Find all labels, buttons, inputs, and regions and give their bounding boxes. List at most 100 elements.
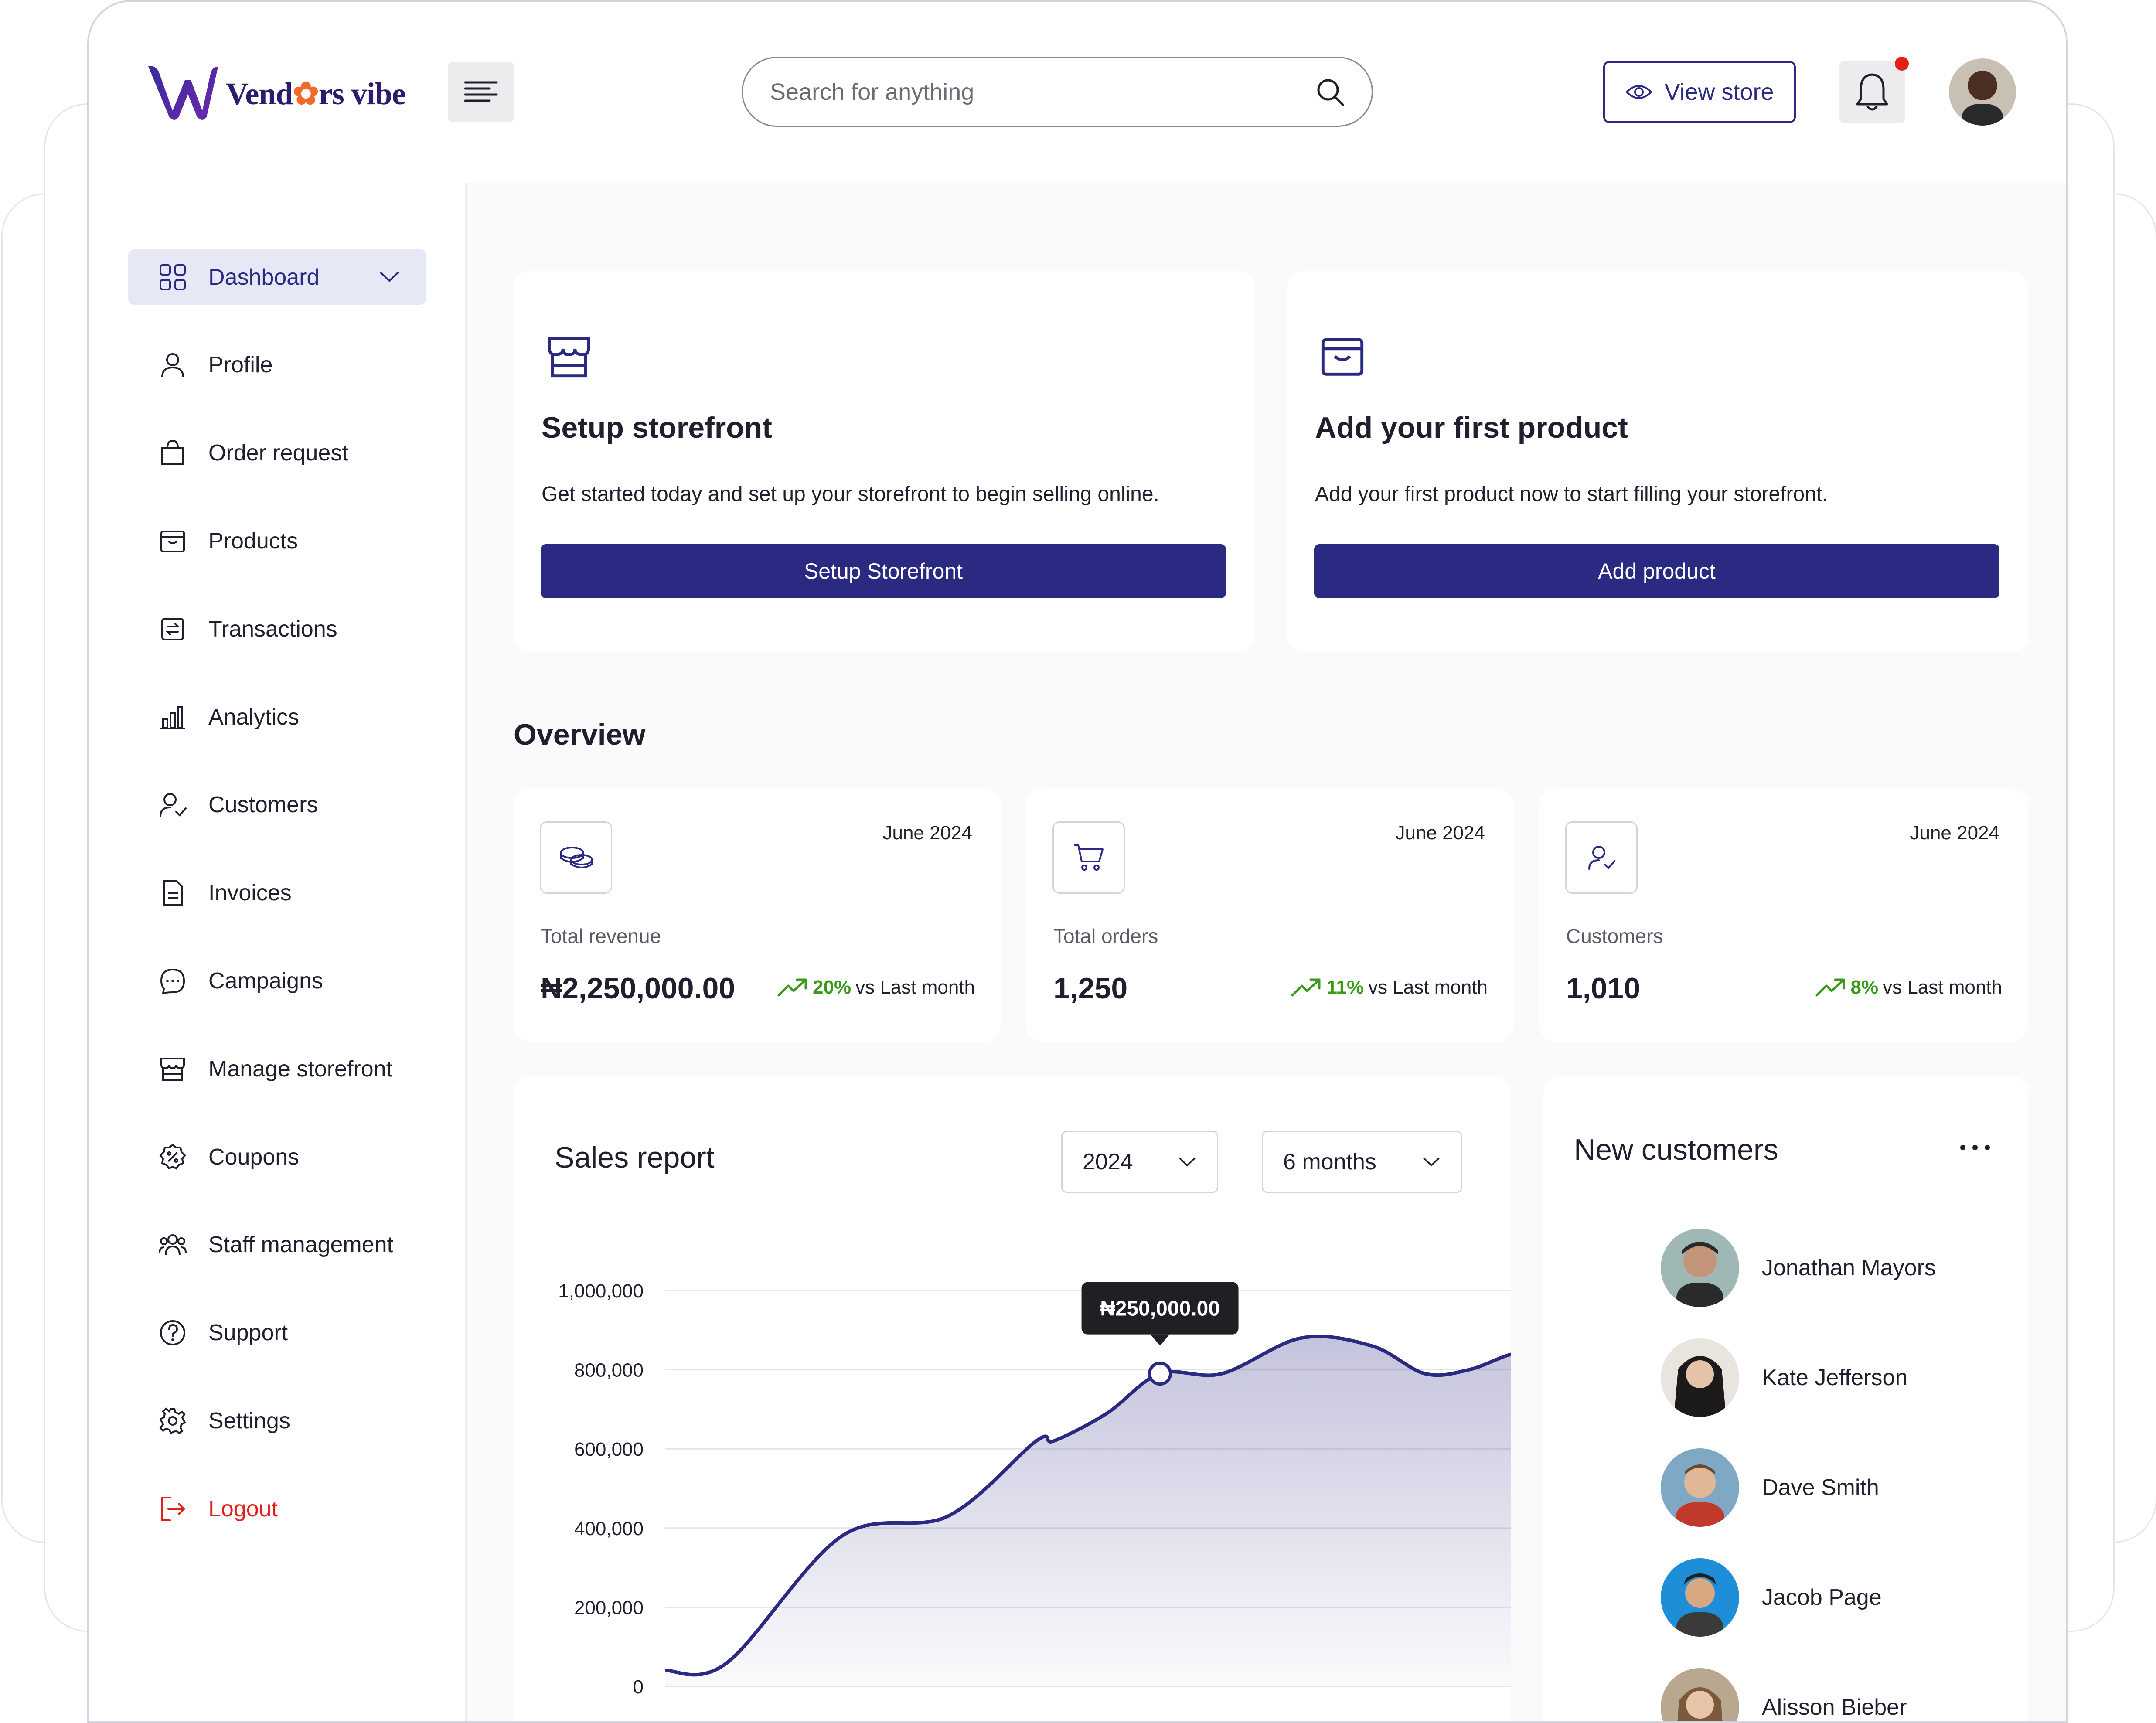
- y-tick-label: 0: [633, 1676, 644, 1698]
- customer-row[interactable]: Kate Jefferson: [1661, 1338, 2010, 1417]
- stat-comparison: vs Last month: [1368, 977, 1488, 998]
- stat-value: 1,010: [1566, 972, 1641, 1005]
- stat-value: ₦2,250,000.00: [541, 972, 736, 1005]
- stat-card-revenue: June 2024 Total revenue ₦2,250,000.00 20…: [514, 788, 1001, 1042]
- y-tick-label: 1,000,000: [558, 1280, 644, 1302]
- sidebar-item-settings[interactable]: Settings: [128, 1393, 426, 1448]
- customer-row[interactable]: Jonathan Mayors: [1661, 1229, 2010, 1307]
- help-icon: [160, 1320, 185, 1345]
- trend-up-icon: [1815, 978, 1845, 997]
- stat-date: June 2024: [1395, 822, 1485, 844]
- notifications-button[interactable]: [1839, 61, 1905, 123]
- document-icon: [163, 879, 183, 906]
- stat-icon-box: [1052, 821, 1125, 894]
- add-product-card: Add your first product Add your first pr…: [1287, 271, 2028, 652]
- setup-storefront-button[interactable]: Setup Storefront: [541, 544, 1226, 598]
- sidebar-item-transactions[interactable]: Transactions: [128, 601, 426, 657]
- menu-toggle-button[interactable]: [448, 62, 514, 122]
- sidebar-item-order-request[interactable]: Order request: [128, 425, 426, 480]
- card-description: Add your first product now to start fill…: [1315, 483, 1828, 506]
- add-product-button[interactable]: Add product: [1314, 544, 1999, 598]
- stat-label: Total revenue: [541, 925, 661, 947]
- y-tick-label: 200,000: [574, 1597, 644, 1618]
- sidebar-item-campaigns[interactable]: Campaigns: [128, 953, 426, 1008]
- sidebar-item-label: Transactions: [208, 616, 337, 642]
- sidebar-item-label: Logout: [208, 1496, 278, 1522]
- sidebar-item-products[interactable]: Products: [128, 513, 426, 569]
- customer-name: Alisson Bieber: [1762, 1695, 1907, 1720]
- sidebar-item-staff-management[interactable]: Staff management: [128, 1217, 426, 1272]
- customer-row[interactable]: Alisson Bieber: [1661, 1668, 2010, 1721]
- sidebar-item-label: Products: [208, 528, 298, 554]
- brand-name: Vend✿rs vibe: [226, 76, 406, 111]
- chevron-down-icon[interactable]: [378, 266, 400, 288]
- sidebar-item-label: Customers: [208, 792, 318, 817]
- card-title: Add your first product: [1315, 411, 1628, 444]
- stat-value: 1,250: [1053, 972, 1128, 1005]
- app-window: Vend✿rs vibe View store: [87, 0, 2068, 1723]
- sidebar-item-label: Coupons: [208, 1144, 300, 1170]
- gear-icon: [159, 1407, 186, 1434]
- stat-card-customers: June 2024 Customers 1,010 8% vs Last mon…: [1539, 788, 2028, 1042]
- menu-icon: [464, 81, 498, 102]
- stat-date: June 2024: [882, 822, 972, 844]
- chat-icon: [160, 968, 185, 994]
- sidebar-item-support[interactable]: Support: [128, 1305, 426, 1360]
- sidebar-item-coupons[interactable]: Coupons: [128, 1129, 426, 1185]
- stat-trend: 11% vs Last month: [1291, 977, 1488, 998]
- sidebar-item-label: Campaigns: [208, 968, 324, 994]
- customer-name: Dave Smith: [1762, 1475, 1879, 1500]
- customer-avatar: [1661, 1338, 1739, 1417]
- stat-label: Customers: [1566, 925, 1663, 947]
- sidebar-item-label: Dashboard: [208, 264, 320, 290]
- chart-tooltip: ₦250,000.00: [1081, 1282, 1239, 1346]
- customer-avatar: [1661, 1668, 1739, 1721]
- sidebar-item-label: Invoices: [208, 880, 292, 906]
- more-options-icon[interactable]: [1958, 1142, 1993, 1153]
- sales-chart: 1,000,000 800,000 600,000 400,000 200,000 0 ₦…: [558, 1280, 1511, 1698]
- new-customers-title: New customers: [1574, 1133, 1778, 1166]
- customer-avatar: [1661, 1558, 1739, 1637]
- brand-logo[interactable]: Vend✿rs vibe: [146, 63, 406, 124]
- trend-up-icon: [777, 978, 807, 997]
- user-avatar[interactable]: [1949, 58, 2016, 126]
- brand-w-icon: [148, 66, 218, 120]
- stat-comparison: vs Last month: [1883, 977, 2002, 998]
- customer-name: Jacob Page: [1762, 1585, 1882, 1610]
- customers-icon: [160, 793, 187, 817]
- tooltip-value: ₦250,000.00: [1100, 1297, 1220, 1321]
- sidebar: Dashboard Profile Order request Products…: [89, 183, 467, 1721]
- customer-name: Jonathan Mayors: [1762, 1255, 1936, 1280]
- sidebar-item-dashboard[interactable]: Dashboard: [128, 249, 426, 305]
- customer-avatar: [1661, 1448, 1739, 1527]
- top-bar: Vend✿rs vibe View store: [89, 2, 2066, 183]
- y-tick-label: 400,000: [574, 1518, 644, 1539]
- stat-date: June 2024: [1910, 822, 1999, 844]
- sales-report-card: Sales report 2024 6 months 1,000,000 800,…: [514, 1076, 1511, 1721]
- setup-storefront-card: Setup storefront Get started today and s…: [514, 271, 1255, 652]
- sidebar-item-logout[interactable]: Logout: [128, 1481, 426, 1536]
- sidebar-item-label: Staff management: [208, 1232, 393, 1257]
- y-tick-label: 600,000: [574, 1439, 644, 1460]
- sidebar-item-analytics[interactable]: Analytics: [128, 689, 426, 745]
- bell-icon: [1856, 73, 1888, 111]
- bar-chart-icon: [160, 705, 185, 729]
- view-store-button[interactable]: View store: [1603, 61, 1796, 123]
- sidebar-item-label: Order request: [208, 440, 348, 466]
- search-input[interactable]: [769, 78, 1315, 106]
- box-icon: [1321, 338, 1364, 376]
- search-bar[interactable]: [742, 57, 1373, 127]
- sidebar-item-invoices[interactable]: Invoices: [128, 865, 426, 920]
- customer-row[interactable]: Dave Smith: [1661, 1448, 2010, 1527]
- customer-row[interactable]: Jacob Page: [1661, 1558, 2010, 1637]
- sales-area-fill: [665, 1336, 1511, 1686]
- sidebar-item-label: Manage storefront: [208, 1056, 393, 1082]
- search-icon[interactable]: [1315, 77, 1345, 107]
- stat-icon-box: [540, 821, 612, 894]
- sidebar-item-label: Profile: [208, 352, 273, 378]
- sidebar-item-profile[interactable]: Profile: [128, 337, 426, 392]
- sidebar-item-manage-storefront[interactable]: Manage storefront: [128, 1041, 426, 1096]
- highlight-point[interactable]: [1148, 1362, 1172, 1386]
- sidebar-item-customers[interactable]: Customers: [128, 777, 426, 832]
- stat-trend: 20% vs Last month: [777, 977, 975, 998]
